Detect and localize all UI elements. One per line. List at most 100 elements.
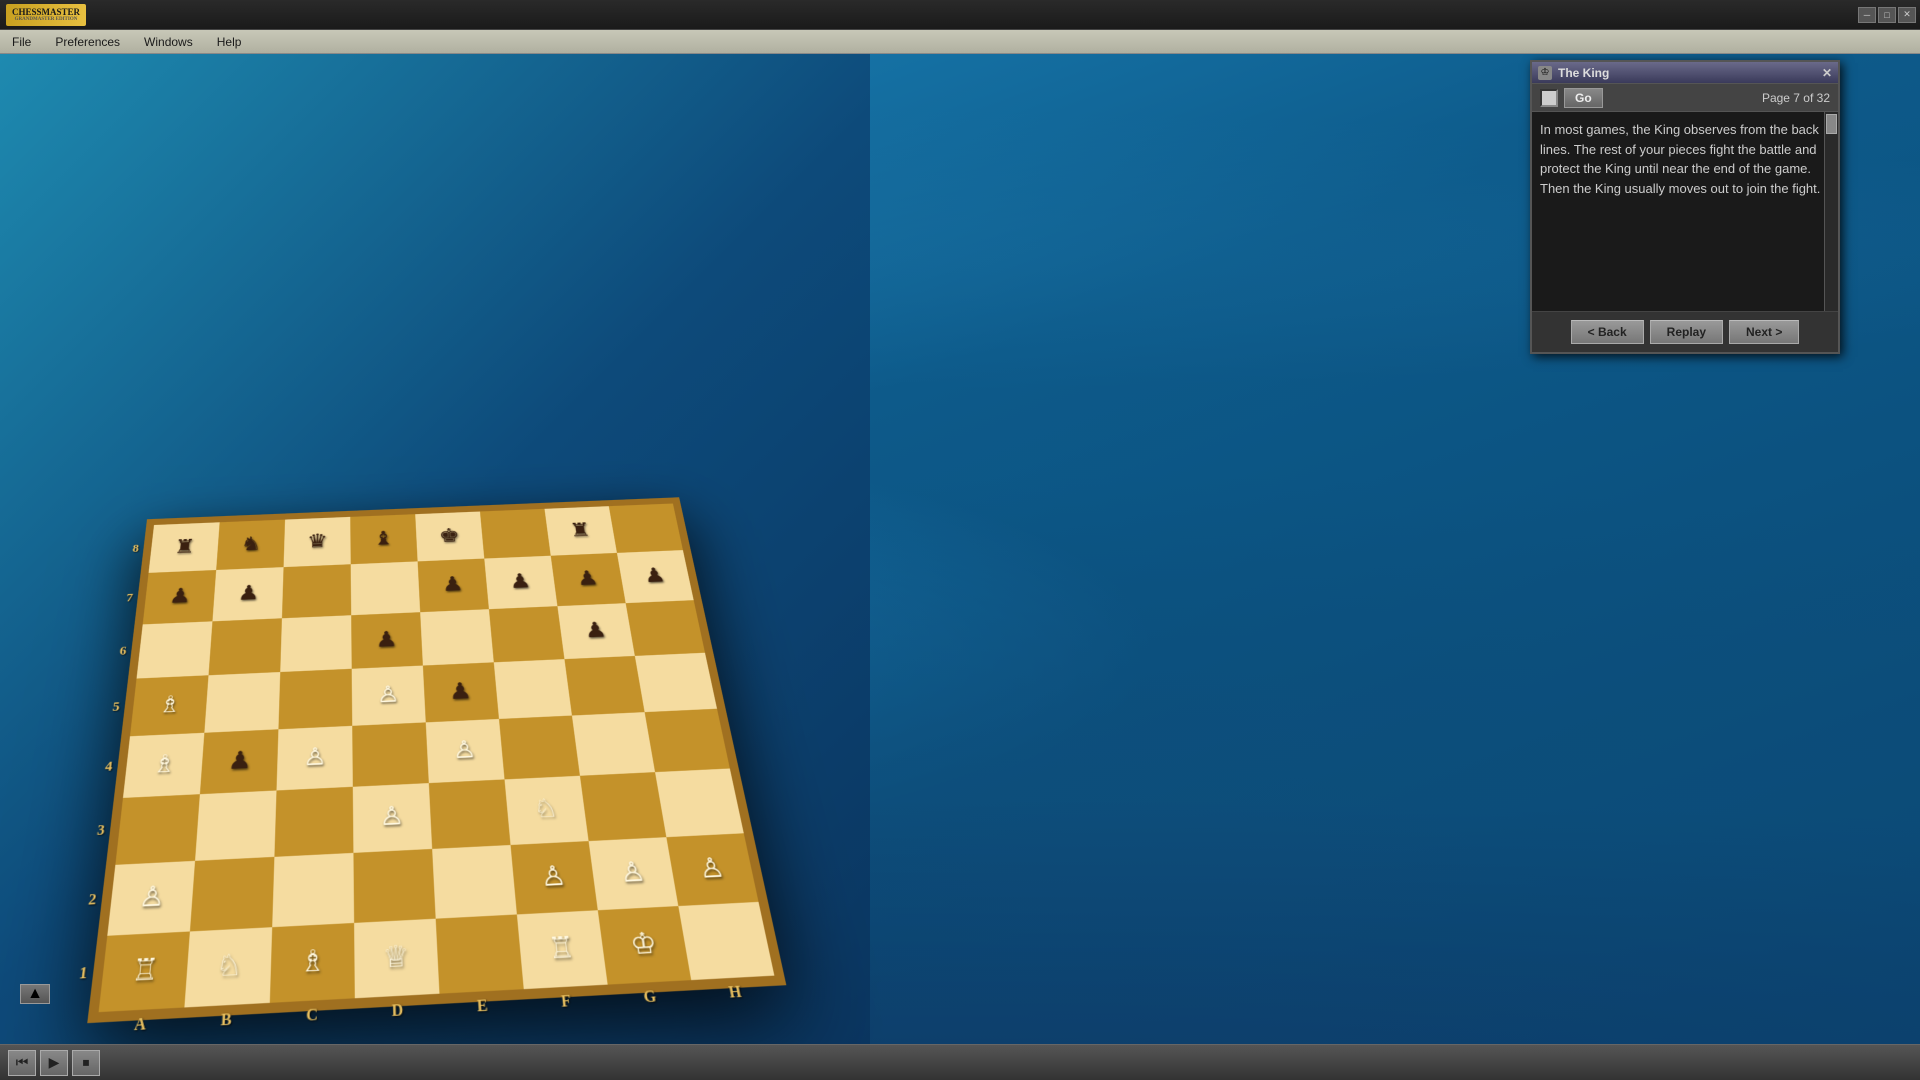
square-b5[interactable] — [204, 672, 280, 733]
toolbar-stop-button[interactable]: ⏹ — [72, 1050, 100, 1076]
square-f2[interactable]: ♙ — [511, 841, 598, 915]
content-scrollbar[interactable] — [1824, 112, 1838, 311]
square-b4[interactable]: ♟ — [200, 729, 279, 794]
square-d5[interactable]: ♙ — [352, 665, 426, 725]
square-c2[interactable] — [272, 852, 354, 927]
square-g7[interactable]: ♟ — [551, 553, 626, 606]
menu-windows[interactable]: Windows — [132, 30, 205, 53]
file-d: D — [391, 1002, 403, 1021]
perspective-board: 8 7 6 5 4 3 2 1 A B C D E F G — [60, 324, 820, 1004]
square-g2[interactable]: ♙ — [589, 837, 679, 910]
square-f1[interactable]: ♖ — [517, 910, 608, 989]
square-b2[interactable] — [190, 856, 274, 931]
chess-area: 8 7 6 5 4 3 2 1 A B C D E F G — [0, 54, 870, 1044]
piece-c1: ♗ — [299, 947, 326, 978]
square-h7[interactable]: ♟ — [617, 550, 694, 603]
piece-f1: ♖ — [547, 934, 576, 965]
square-c1[interactable]: ♗ — [270, 923, 355, 1003]
square-h2[interactable]: ♙ — [666, 833, 758, 906]
next-button[interactable]: Next > — [1729, 320, 1799, 344]
rank-4: 4 — [104, 760, 113, 775]
square-b6[interactable] — [209, 618, 282, 675]
piece-f3: ♘ — [532, 796, 559, 823]
square-g6[interactable]: ♟ — [557, 603, 634, 659]
square-h1[interactable] — [678, 902, 774, 980]
square-d6[interactable]: ♟ — [351, 612, 423, 669]
piece-b8: ♞ — [240, 535, 262, 555]
piece-a2: ♙ — [138, 883, 166, 912]
square-h5[interactable] — [635, 653, 717, 713]
square-f4[interactable] — [499, 716, 580, 780]
replay-button[interactable]: Replay — [1650, 320, 1723, 344]
square-e5[interactable]: ♟ — [423, 662, 499, 722]
square-e3[interactable] — [429, 780, 511, 849]
piece-g2: ♙ — [618, 859, 647, 888]
square-h4[interactable] — [645, 709, 730, 773]
square-g5[interactable] — [564, 656, 644, 716]
close-button[interactable]: ✕ — [1898, 7, 1916, 23]
square-d4[interactable] — [352, 722, 429, 787]
square-b3[interactable] — [195, 791, 276, 861]
square-c7[interactable] — [282, 564, 351, 618]
square-f3[interactable]: ♘ — [505, 776, 589, 845]
square-e4[interactable]: ♙ — [426, 719, 505, 783]
minimize-button[interactable]: ─ — [1858, 7, 1876, 23]
scroll-thumb — [1826, 114, 1837, 134]
square-a3[interactable] — [115, 794, 199, 864]
square-e1[interactable] — [436, 914, 524, 993]
square-a5[interactable]: ♗ — [130, 675, 209, 736]
menu-help[interactable]: Help — [205, 30, 254, 53]
go-button[interactable]: Go — [1564, 88, 1603, 108]
piece-d3: ♙ — [379, 804, 404, 831]
square-d3[interactable]: ♙ — [353, 783, 432, 852]
square-b1[interactable]: ♘ — [184, 927, 272, 1008]
square-d8[interactable]: ♝ — [350, 514, 417, 564]
square-c4[interactable]: ♙ — [277, 726, 353, 791]
file-c: C — [306, 1006, 318, 1025]
square-f5[interactable] — [494, 659, 572, 719]
maximize-button[interactable]: □ — [1878, 7, 1896, 23]
toolbar-prev-button[interactable]: ⏮ — [8, 1050, 36, 1076]
scroll-up-button[interactable]: ▲ — [20, 984, 50, 1004]
square-f7[interactable]: ♟ — [484, 556, 557, 609]
square-e8[interactable]: ♚ — [415, 511, 484, 561]
menu-file[interactable]: File — [0, 30, 43, 53]
square-c8[interactable]: ♛ — [284, 517, 351, 567]
toolbar-play-button[interactable]: ▶ — [40, 1050, 68, 1076]
menu-preferences[interactable]: Preferences — [43, 30, 132, 53]
back-button[interactable]: < Back — [1571, 320, 1644, 344]
square-a6[interactable] — [137, 621, 213, 678]
square-h3[interactable] — [655, 769, 744, 837]
square-a1[interactable]: ♖ — [99, 931, 190, 1012]
square-g3[interactable] — [580, 772, 666, 840]
square-c3[interactable] — [274, 787, 353, 856]
square-h8[interactable] — [609, 504, 683, 554]
piece-e4: ♙ — [452, 738, 477, 763]
panel-close-button[interactable]: ✕ — [1822, 66, 1832, 80]
square-a7[interactable]: ♟ — [143, 570, 216, 624]
square-e6[interactable] — [420, 609, 494, 666]
square-b8[interactable]: ♞ — [216, 520, 285, 571]
rank-3: 3 — [96, 824, 105, 840]
square-a2[interactable]: ♙ — [107, 860, 195, 935]
square-f6[interactable] — [489, 606, 565, 662]
piece-a4: ♗ — [151, 752, 177, 777]
square-a8[interactable]: ♜ — [149, 522, 220, 573]
square-f8[interactable] — [480, 509, 551, 559]
square-e7[interactable]: ♟ — [418, 559, 489, 612]
board-surface: 8 7 6 5 4 3 2 1 A B C D E F G — [87, 497, 786, 1023]
square-g4[interactable] — [572, 712, 655, 776]
go-checkbox[interactable] — [1540, 89, 1558, 107]
square-g8[interactable]: ♜ — [545, 506, 617, 556]
square-c6[interactable] — [280, 615, 351, 672]
rank-6: 6 — [119, 645, 127, 658]
square-d7[interactable] — [351, 562, 420, 615]
square-d1[interactable]: ♕ — [354, 918, 439, 998]
square-d2[interactable] — [353, 848, 435, 922]
square-b7[interactable]: ♟ — [212, 567, 283, 621]
square-a4[interactable]: ♗ — [123, 733, 204, 798]
square-c5[interactable] — [278, 669, 352, 730]
square-h6[interactable] — [626, 600, 705, 656]
square-e2[interactable] — [432, 845, 517, 919]
square-g1[interactable]: ♔ — [598, 906, 691, 985]
